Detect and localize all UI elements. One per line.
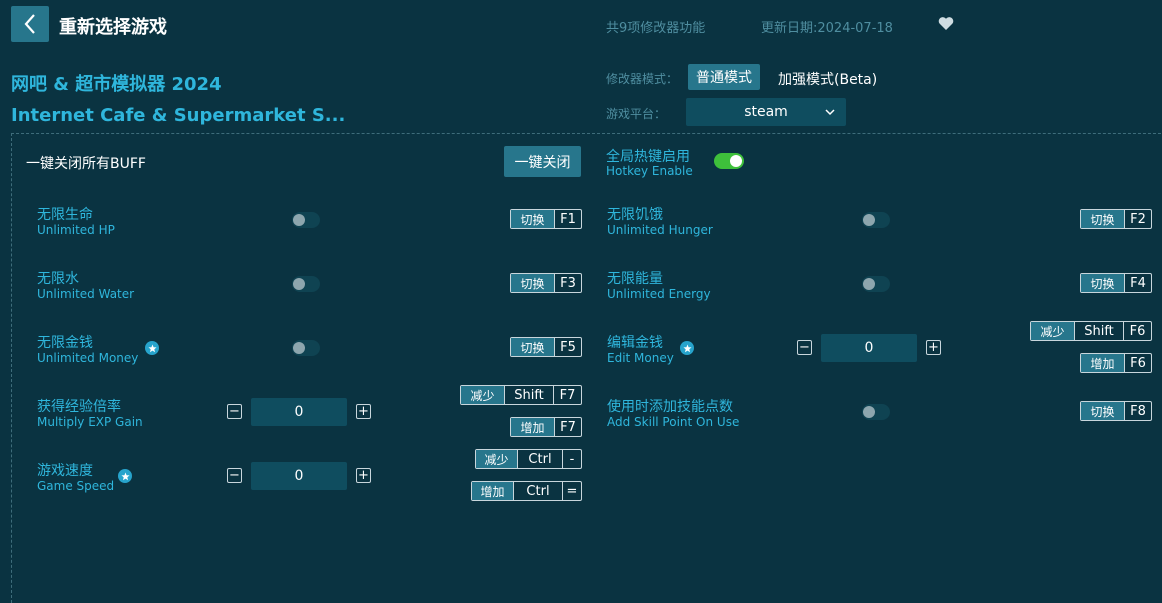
edit-money-dec-hotkey[interactable]: 减少 Shift F6 (1030, 321, 1152, 341)
feature-label-cn: 无限水 (37, 271, 79, 287)
feature-label-en: Multiply EXP Gain (37, 415, 143, 429)
feature-label-cn: 无限饥饿 (607, 207, 663, 223)
hotkey-key: F7 (554, 418, 581, 436)
hotkey-key: F6 (1123, 322, 1151, 340)
update-date: 更新日期:2024-07-18 (761, 21, 893, 36)
hotkey-modifier: Shift (504, 386, 553, 404)
hotkey-tag: 减少 (476, 450, 517, 468)
water-hotkey[interactable]: 切换 F3 (510, 273, 582, 293)
hotkey-modifier: Ctrl (513, 482, 562, 500)
feature-label-cn: 无限能量 (607, 271, 663, 287)
edit-money-inc-hotkey[interactable]: 增加 F6 (1080, 353, 1152, 373)
back-button[interactable] (11, 6, 49, 42)
hotkey-tag: 增加 (511, 418, 554, 436)
water-toggle[interactable] (292, 276, 320, 292)
feature-label-cn: 无限生命 (37, 207, 93, 223)
hunger-toggle[interactable] (862, 212, 890, 228)
hotkey-tag: 增加 (472, 482, 513, 500)
edit-money-input[interactable]: 0 (821, 334, 917, 362)
skill-hotkey[interactable]: 切换 F8 (1080, 401, 1152, 421)
hp-toggle[interactable] (292, 212, 320, 228)
hotkey-toggle[interactable] (714, 153, 744, 169)
hotkey-tag: 切换 (1081, 210, 1124, 228)
platform-value: steam (744, 104, 788, 120)
feature-label-en: Unlimited HP (37, 223, 115, 237)
feature-label-cn: 编辑金钱 (607, 335, 663, 351)
hotkey-tag: 切换 (511, 210, 554, 228)
star-icon (118, 469, 132, 483)
hotkey-modifier: Shift (1074, 322, 1123, 340)
hotkey-tag: 减少 (461, 386, 504, 404)
heart-icon[interactable] (938, 16, 954, 35)
energy-toggle[interactable] (862, 276, 890, 292)
speed-input[interactable]: 0 (251, 462, 347, 490)
increase-button[interactable]: + (926, 340, 941, 355)
hotkey-key: F4 (1124, 274, 1151, 292)
increase-button[interactable]: + (356, 468, 371, 483)
feature-label-cn: 使用时添加技能点数 (607, 399, 733, 415)
feature-label-en: Edit Money (607, 351, 674, 365)
feature-label-en: Unlimited Hunger (607, 223, 713, 237)
hotkey-tag: 切换 (511, 338, 554, 356)
exp-inc-hotkey[interactable]: 增加 F7 (510, 417, 582, 437)
star-icon (680, 341, 694, 355)
hp-hotkey[interactable]: 切换 F1 (510, 209, 582, 229)
hotkey-key: F6 (1124, 354, 1151, 372)
hotkey-key: F1 (554, 210, 581, 228)
speed-inc-hotkey[interactable]: 增加 Ctrl = (471, 481, 582, 501)
hunger-hotkey[interactable]: 切换 F2 (1080, 209, 1152, 229)
feature-label-cn: 获得经验倍率 (37, 399, 121, 415)
hotkey-tag: 切换 (1081, 274, 1124, 292)
hotkey-key: F5 (554, 338, 581, 356)
star-icon (145, 341, 159, 355)
feature-label-cn: 无限金钱 (37, 335, 93, 351)
hotkey-key: = (562, 482, 581, 500)
game-name-cn: 网吧 & 超市模拟器 2024 (11, 74, 222, 95)
money-hotkey[interactable]: 切换 F5 (510, 337, 582, 357)
speed-dec-hotkey[interactable]: 减少 Ctrl - (475, 449, 582, 469)
hotkey-label-cn: 全局热键启用 (606, 149, 690, 165)
hotkey-modifier: Ctrl (517, 450, 562, 468)
decrease-button[interactable]: − (227, 468, 242, 483)
money-toggle[interactable] (292, 340, 320, 356)
hotkey-key: F8 (1124, 402, 1151, 420)
hotkey-tag: 增加 (1081, 354, 1124, 372)
increase-button[interactable]: + (356, 404, 371, 419)
exp-dec-hotkey[interactable]: 减少 Shift F7 (460, 385, 582, 405)
hotkey-tag: 切换 (1081, 402, 1124, 420)
buff-label: 一键关闭所有BUFF (26, 156, 146, 172)
hotkey-key: F3 (554, 274, 581, 292)
chevron-left-icon (24, 14, 35, 34)
hotkey-key: F7 (553, 386, 581, 404)
energy-hotkey[interactable]: 切换 F4 (1080, 273, 1152, 293)
decrease-button[interactable]: − (797, 340, 812, 355)
hotkey-key: - (562, 450, 581, 468)
normal-mode-button[interactable]: 普通模式 (688, 64, 760, 90)
feature-count: 共9项修改器功能 (606, 21, 706, 36)
feature-label-cn: 游戏速度 (37, 463, 93, 479)
decrease-button[interactable]: − (227, 404, 242, 419)
exp-input[interactable]: 0 (251, 398, 347, 426)
platform-label: 游戏平台： (606, 107, 667, 121)
chevron-down-icon (825, 109, 835, 116)
close-all-buff-button[interactable]: 一键关闭 (504, 146, 581, 177)
mode-label: 修改器模式： (606, 72, 679, 86)
hotkey-tag: 减少 (1031, 322, 1074, 340)
feature-label-en: Unlimited Money (37, 351, 139, 365)
feature-label-en: Add Skill Point On Use (607, 415, 740, 429)
game-name-en: Internet Cafe & Supermarket S... (11, 105, 346, 126)
hotkey-label-en: Hotkey Enable (606, 164, 693, 178)
features-panel (11, 133, 1162, 603)
hotkey-tag: 切换 (511, 274, 554, 292)
feature-label-en: Unlimited Energy (607, 287, 711, 301)
feature-label-en: Game Speed (37, 479, 115, 493)
skill-toggle[interactable] (862, 404, 890, 420)
page-title: 重新选择游戏 (59, 17, 167, 38)
feature-label-en: Unlimited Water (37, 287, 135, 301)
enhanced-mode-button[interactable]: 加强模式(Beta) (778, 69, 877, 89)
platform-select[interactable]: steam (686, 98, 846, 126)
hotkey-key: F2 (1124, 210, 1151, 228)
